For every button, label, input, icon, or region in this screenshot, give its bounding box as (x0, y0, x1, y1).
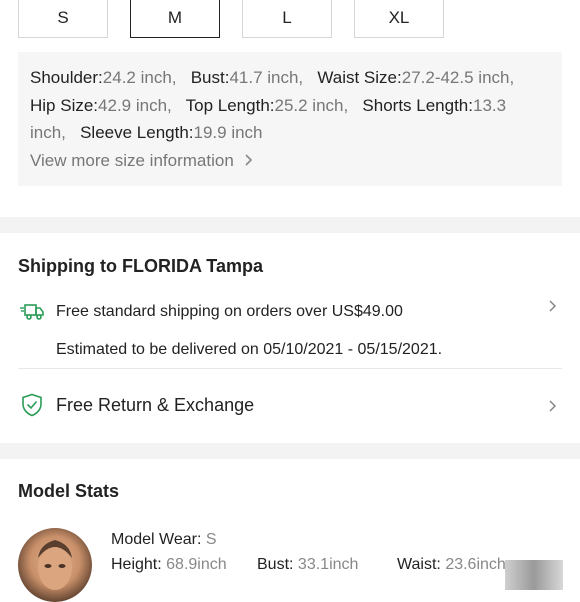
free-return-link[interactable]: Free Return & Exchange (56, 395, 254, 416)
size-measurements-box: Shoulder:24.2 inch, Bust:41.7 inch, Wais… (18, 52, 562, 186)
view-more-size-link[interactable]: View more size information (30, 147, 552, 175)
model-stats-title: Model Stats (18, 481, 120, 501)
model-avatar[interactable] (18, 528, 92, 602)
size-selector: S M L XL (18, 0, 578, 40)
chevron-right-icon[interactable] (546, 399, 560, 413)
size-option-m[interactable]: M (130, 0, 220, 38)
section-divider (0, 443, 580, 459)
product-thumbnail[interactable] (505, 560, 563, 590)
free-shipping-text: Free standard shipping on orders over US… (56, 303, 403, 320)
measurements-text: Shoulder:24.2 inch, Bust:41.7 inch, Wais… (30, 68, 515, 142)
chevron-right-icon (245, 154, 252, 166)
model-waist-stat: Waist: 23.6inch (397, 556, 506, 573)
size-option-s[interactable]: S (18, 0, 108, 38)
size-option-l[interactable]: L (242, 0, 332, 38)
row-divider (18, 368, 562, 369)
size-option-xl[interactable]: XL (354, 0, 444, 38)
shipping-title: Shipping to FLORIDA Tampa (18, 256, 263, 276)
chevron-right-icon[interactable] (546, 299, 560, 313)
truck-icon (20, 304, 44, 320)
model-wear-stat: Model Wear: S (111, 531, 217, 548)
model-height-stat: Height: 68.9inch (111, 556, 227, 573)
delivery-estimate-text: Estimated to be delivered on 05/10/2021 … (56, 341, 443, 358)
section-divider (0, 217, 580, 233)
shield-check-icon (22, 393, 42, 417)
model-bust-stat: Bust: 33.1inch (257, 556, 359, 573)
model-portrait-image (38, 540, 72, 590)
